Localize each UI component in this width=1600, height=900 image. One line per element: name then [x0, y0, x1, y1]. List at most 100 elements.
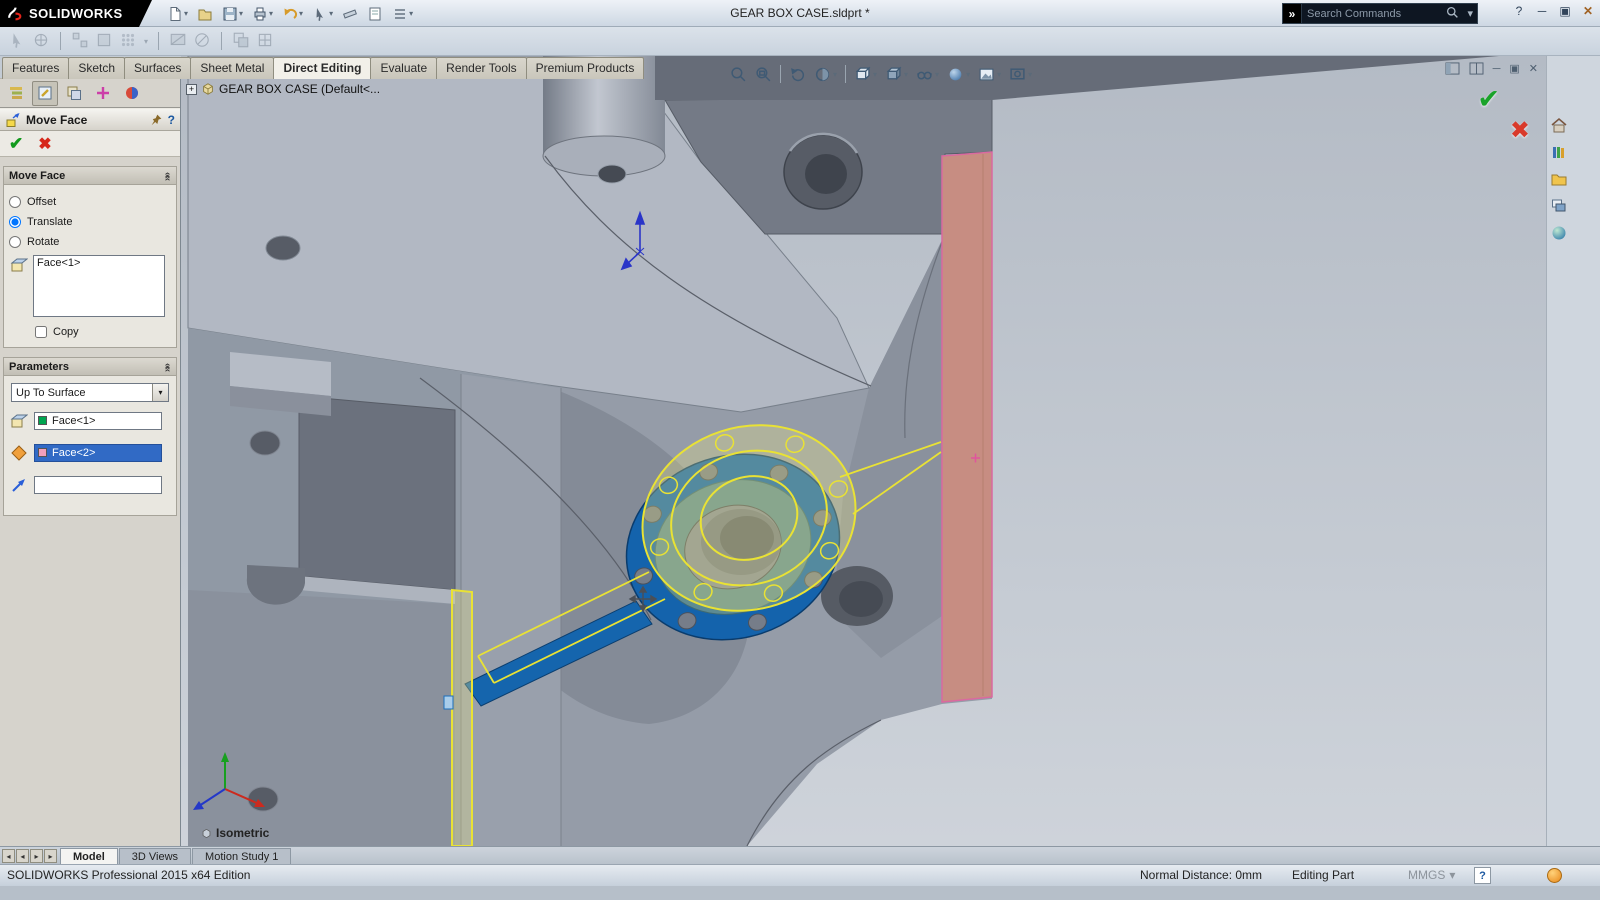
view-settings-button[interactable]: ▾: [1006, 64, 1035, 85]
copy-checkbox-row[interactable]: Copy: [35, 326, 171, 338]
measure-button[interactable]: [339, 2, 361, 26]
keep-visible-pin-icon[interactable]: [150, 113, 163, 126]
radio-translate[interactable]: Translate: [9, 212, 171, 232]
target-face[interactable]: [942, 152, 992, 702]
configurationmanager-tab[interactable]: [61, 81, 87, 106]
radio-rotate-input[interactable]: [9, 236, 21, 248]
options-button[interactable]: ▾: [389, 2, 416, 26]
scene-dropdown-icon[interactable]: ▾: [997, 70, 1001, 79]
tab-evaluate[interactable]: Evaluate: [370, 57, 437, 79]
hide-show-dropdown-icon[interactable]: ▾: [935, 70, 939, 79]
feature-tree-root-label[interactable]: GEAR BOX CASE (Default<...: [219, 82, 380, 96]
design-library-icon[interactable]: [1550, 143, 1568, 161]
tab-render-tools[interactable]: Render Tools: [436, 57, 527, 79]
copy-checkbox[interactable]: [35, 326, 47, 338]
apply-scene-button[interactable]: ▾: [975, 64, 1004, 85]
feature-tree-root[interactable]: + GEAR BOX CASE (Default<...: [186, 82, 380, 96]
minimize-button[interactable]: ─: [1535, 4, 1549, 18]
pm-ok-button[interactable]: ✔: [9, 134, 23, 154]
radio-offset[interactable]: Offset: [9, 192, 171, 212]
model-canvas[interactable]: [181, 56, 1546, 846]
units-selector[interactable]: MMGS ▾: [1408, 868, 1455, 882]
doc-close-button[interactable]: ✕: [1529, 62, 1538, 75]
featuremanager-tab[interactable]: [3, 81, 29, 106]
selection-list-item[interactable]: Face<1>: [37, 257, 161, 269]
section-dropdown-icon[interactable]: ▾: [833, 70, 837, 79]
options-dropdown-icon[interactable]: ▾: [409, 9, 413, 18]
move-face-group-header[interactable]: Move Face ««: [4, 167, 176, 185]
new-document-button[interactable]: ▾: [164, 2, 191, 26]
tab-sheet-metal[interactable]: Sheet Metal: [190, 57, 274, 79]
propertymanager-tab[interactable]: [32, 81, 58, 106]
dimxpertmanager-tab[interactable]: [90, 81, 116, 106]
view-orientation-dropdown-icon[interactable]: ▾: [873, 70, 877, 79]
tree-expand-icon[interactable]: +: [186, 84, 197, 95]
pm-cancel-button[interactable]: ✖: [38, 134, 51, 154]
search-icon[interactable]: [1442, 6, 1463, 22]
tab-scroll-left[interactable]: ◂: [16, 849, 29, 863]
view-orientation-button[interactable]: ▾: [851, 64, 880, 85]
tab-3d-views[interactable]: 3D Views: [119, 848, 191, 864]
tab-premium-products[interactable]: Premium Products: [526, 57, 645, 79]
app-help-button[interactable]: ?: [1512, 4, 1526, 18]
tab-scroll-last[interactable]: ▸: [44, 849, 57, 863]
zoom-fit-button[interactable]: [727, 64, 750, 85]
tab-direct-editing[interactable]: Direct Editing: [273, 57, 371, 79]
tab-scroll-first[interactable]: ◂: [2, 849, 15, 863]
zoom-area-button[interactable]: [752, 64, 775, 85]
appearances-icon[interactable]: [1550, 224, 1568, 242]
restore-button[interactable]: ▣: [1558, 4, 1572, 18]
close-button[interactable]: ✕: [1581, 4, 1595, 18]
search-commands-box[interactable]: » ▾: [1282, 3, 1478, 24]
radio-translate-input[interactable]: [9, 216, 21, 228]
appearance-dropdown-icon[interactable]: ▾: [966, 70, 970, 79]
tab-model[interactable]: Model: [60, 848, 118, 864]
confirm-ok-button[interactable]: ✔: [1477, 84, 1500, 115]
view-settings-dropdown-icon[interactable]: ▾: [1028, 70, 1032, 79]
graphics-area[interactable]: + GEAR BOX CASE (Default<... ▾ ▾ ▾ ▾ ▾ ▾…: [181, 56, 1546, 846]
print-dropdown-icon[interactable]: ▾: [269, 9, 273, 18]
confirm-cancel-button[interactable]: ✖: [1510, 116, 1530, 145]
hide-show-items-button[interactable]: ▾: [913, 64, 942, 85]
doc-restore-button[interactable]: ▣: [1509, 62, 1519, 75]
view-palette-icon[interactable]: [1550, 197, 1568, 215]
edit-appearance-button[interactable]: ▾: [944, 64, 973, 85]
display-style-dropdown-icon[interactable]: ▾: [904, 70, 908, 79]
print-button[interactable]: ▾: [249, 2, 276, 26]
pane-split-icon[interactable]: [1469, 62, 1484, 75]
search-input[interactable]: [1302, 8, 1442, 20]
face2-field[interactable]: Face<2>: [34, 444, 162, 462]
file-explorer-icon[interactable]: [1550, 170, 1568, 188]
save-button[interactable]: ▾: [219, 2, 246, 26]
file-properties-button[interactable]: [364, 2, 386, 26]
displaymanager-tab[interactable]: [119, 81, 145, 106]
undo-dropdown-icon[interactable]: ▾: [299, 9, 303, 18]
radio-rotate[interactable]: Rotate: [9, 232, 171, 252]
tab-motion-study[interactable]: Motion Study 1: [192, 848, 291, 864]
face1-field[interactable]: Face<1>: [34, 412, 162, 430]
radio-offset-input[interactable]: [9, 196, 21, 208]
move-face-selection-list[interactable]: Face<1>: [33, 255, 165, 317]
search-dropdown-icon[interactable]: ▾: [1463, 7, 1477, 20]
tab-sketch[interactable]: Sketch: [68, 57, 125, 79]
end-condition-dropdown[interactable]: Up To Surface ▾: [11, 383, 169, 402]
open-button[interactable]: [194, 2, 216, 26]
doc-minimize-button[interactable]: ─: [1493, 63, 1501, 75]
tab-features[interactable]: Features: [2, 57, 69, 79]
collapse-chevron-icon[interactable]: ««: [162, 172, 173, 179]
solidworks-resources-icon[interactable]: [1550, 116, 1568, 134]
tab-surfaces[interactable]: Surfaces: [124, 57, 191, 79]
section-view-button[interactable]: ▾: [811, 64, 840, 85]
parameters-group-header[interactable]: Parameters ««: [4, 358, 176, 376]
previous-view-button[interactable]: [786, 64, 809, 85]
tab-scroll-right[interactable]: ▸: [30, 849, 43, 863]
pane-left-icon[interactable]: [1445, 62, 1460, 75]
save-dropdown-icon[interactable]: ▾: [239, 9, 243, 18]
select-dropdown-icon[interactable]: ▾: [329, 9, 333, 18]
quick-tips-icon[interactable]: [1547, 868, 1562, 883]
pm-help-icon[interactable]: ?: [168, 113, 175, 127]
collapse-chevron-icon[interactable]: ««: [162, 363, 173, 370]
status-help-button[interactable]: ?: [1474, 867, 1491, 884]
undo-button[interactable]: ▾: [279, 2, 306, 26]
new-dropdown-icon[interactable]: ▾: [184, 9, 188, 18]
